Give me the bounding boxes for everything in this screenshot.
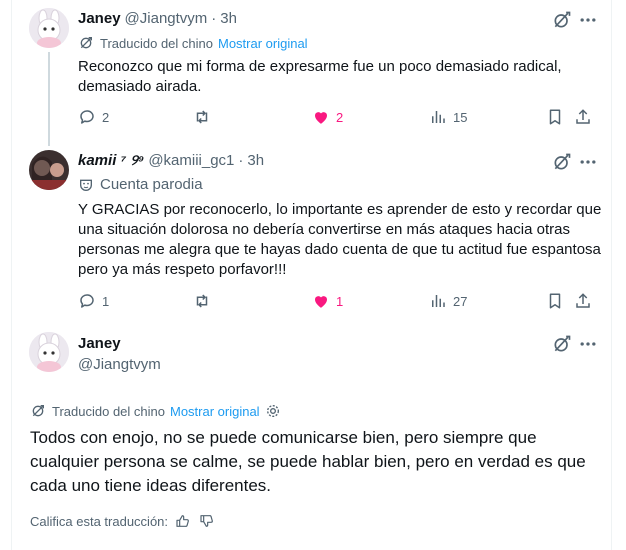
- thread-connector: [48, 52, 50, 146]
- repost-icon: [193, 292, 211, 310]
- views-button[interactable]: 15: [429, 108, 467, 126]
- settings-icon[interactable]: [265, 403, 281, 419]
- translation-row: Traducido del chino Mostrar original: [78, 35, 308, 51]
- views-icon: [429, 108, 447, 126]
- author-row: Janey @Jiangtvym · 3h: [78, 10, 237, 27]
- avatar[interactable]: [29, 150, 69, 190]
- like-count: 1: [336, 293, 344, 309]
- display-name[interactable]: kamii ⁷ ୨⁹: [78, 152, 144, 169]
- parody-label: Cuenta parodia: [100, 176, 203, 193]
- like-button[interactable]: 1: [312, 292, 343, 310]
- more-icon[interactable]: [578, 152, 598, 172]
- translate-icon: [78, 35, 94, 51]
- thumbs-up-icon[interactable]: [175, 513, 191, 529]
- rate-translation-label: Califica esta traducción:: [30, 513, 169, 529]
- show-original-link[interactable]: Mostrar original: [170, 404, 260, 419]
- repost-button[interactable]: [193, 108, 211, 126]
- tweet-text: Todos con enojo, no se puede comunicarse…: [30, 428, 586, 495]
- handle[interactable]: @kamiii_gc1: [148, 152, 234, 169]
- avatar[interactable]: [29, 8, 69, 48]
- show-original-link[interactable]: Mostrar original: [218, 36, 308, 51]
- view-count: 15: [453, 109, 468, 125]
- bookmark-button[interactable]: [546, 292, 564, 310]
- bookmark-icon: [546, 108, 564, 126]
- view-count: 27: [453, 293, 468, 309]
- separator-dot: ·: [238, 152, 244, 169]
- share-button[interactable]: [574, 292, 592, 310]
- avatar-bunny-image: [29, 8, 69, 48]
- display-name[interactable]: Janey: [78, 335, 121, 352]
- conversation-thread: Janey @Jiangtvym · 3h Traducido del chin…: [11, 0, 612, 550]
- avatar-photo-image: [29, 150, 69, 190]
- tweet-janey-reply[interactable]: Janey @Jiangtvym · 3h Traducido del chin…: [12, 0, 611, 146]
- repost-button[interactable]: [193, 292, 211, 310]
- rate-translation-row: Califica esta traducción:: [30, 513, 221, 529]
- views-icon: [429, 292, 447, 310]
- bookmark-button[interactable]: [546, 108, 564, 126]
- parody-row: Cuenta parodia: [78, 176, 203, 193]
- views-button[interactable]: 27: [429, 292, 467, 310]
- timestamp[interactable]: 3h: [220, 10, 237, 27]
- reply-button[interactable]: 1: [78, 292, 109, 310]
- handle[interactable]: @Jiangtvym: [78, 356, 161, 373]
- reply-icon: [78, 108, 96, 126]
- grok-icon[interactable]: [552, 334, 572, 354]
- avatar-bunny-image: [29, 332, 69, 372]
- bookmark-icon: [546, 292, 564, 310]
- handle[interactable]: @Jiangtvym: [125, 10, 208, 27]
- tweet-text: Reconozco que mi forma de expresarme fue…: [78, 58, 562, 95]
- author-row: kamii ⁷ ୨⁹ @kamiii_gc1 · 3h: [78, 152, 264, 169]
- more-icon[interactable]: [578, 334, 598, 354]
- parody-mask-icon: [78, 177, 94, 193]
- translated-label: Traducido del chino: [100, 35, 213, 51]
- translated-label: Traducido del chino: [52, 403, 165, 419]
- reply-count: 1: [102, 293, 110, 309]
- like-count: 2: [336, 109, 344, 125]
- separator-dot: ·: [211, 10, 217, 27]
- grok-icon[interactable]: [552, 152, 572, 172]
- share-icon: [574, 108, 592, 126]
- timestamp[interactable]: 3h: [247, 152, 264, 169]
- like-button[interactable]: 2: [312, 108, 343, 126]
- reply-button[interactable]: 2: [78, 108, 109, 126]
- grok-icon[interactable]: [552, 10, 572, 30]
- share-button[interactable]: [574, 108, 592, 126]
- share-icon: [574, 292, 592, 310]
- heart-icon: [312, 292, 330, 310]
- repost-icon: [193, 108, 211, 126]
- translate-icon: [30, 403, 46, 419]
- reply-count: 2: [102, 109, 110, 125]
- more-icon[interactable]: [578, 10, 598, 30]
- tweet-kamii-reply[interactable]: kamii ⁷ ୨⁹ @kamiii_gc1 · 3h Cuenta parod…: [12, 146, 611, 324]
- reply-icon: [78, 292, 96, 310]
- display-name[interactable]: Janey: [78, 10, 121, 27]
- heart-icon: [312, 108, 330, 126]
- translation-row: Traducido del chino Mostrar original: [30, 403, 287, 419]
- focused-tweet: Janey @Jiangtvym Traducido del chino Mos…: [12, 324, 611, 550]
- tweet-text: Y GRACIAS por reconocerlo, lo importante…: [78, 201, 602, 278]
- thumbs-down-icon[interactable]: [199, 513, 215, 529]
- avatar[interactable]: [29, 332, 69, 372]
